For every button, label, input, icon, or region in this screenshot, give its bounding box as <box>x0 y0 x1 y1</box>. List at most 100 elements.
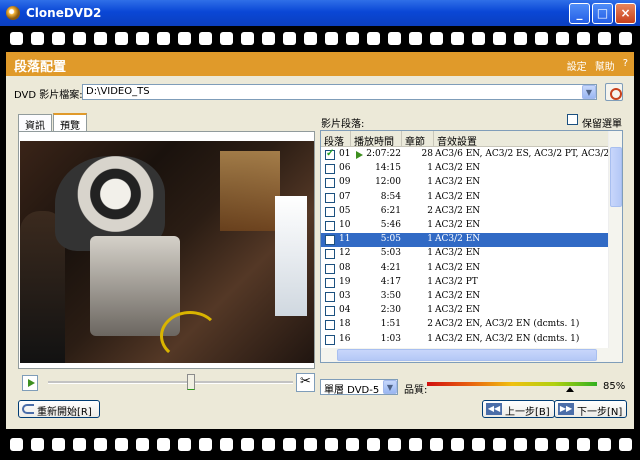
row-checkbox[interactable] <box>325 263 335 274</box>
cell-ch: 1 <box>427 305 433 316</box>
list-item[interactable]: 01 2:07:22 28AC3/6 EN, AC3/2 ES, AC3/2 PT,… <box>321 148 622 162</box>
row-checkbox[interactable] <box>325 192 335 203</box>
seek-thumb[interactable] <box>187 374 195 390</box>
list-item[interactable]: 19 4:17 1 AC3/2 PT <box>321 276 609 290</box>
film-hole <box>73 438 86 451</box>
film-hole <box>430 32 443 45</box>
cell-id: 04 <box>339 305 351 316</box>
restart-button[interactable]: 重新開始[R] <box>18 400 100 418</box>
cell-time: 5:05 <box>380 234 401 245</box>
title-list[interactable]: 段落 播放時間 章節 音效設置 01 2:07:22 28AC3/6 EN, AC3… <box>320 130 623 363</box>
minimize-button[interactable]: _ <box>569 3 590 24</box>
cell-time: 2:30 <box>380 305 401 316</box>
list-item[interactable]: 18 1:51 2 AC3/2 EN, AC3/2 EN (dcmts. 1) <box>321 318 609 332</box>
film-hole <box>52 32 65 45</box>
cut-button[interactable]: ✂ <box>296 373 315 392</box>
cell-id: 01 <box>339 149 351 159</box>
list-item[interactable]: 04 2:30 1 AC3/2 EN <box>321 304 609 318</box>
film-hole <box>262 438 275 451</box>
list-hscroll[interactable] <box>321 348 622 362</box>
cell-audio: AC3/2 EN, AC3/2 EN (dcmts. 1) <box>435 333 580 344</box>
list-item[interactable]: 10 5:46 1 AC3/2 EN <box>321 219 609 233</box>
col-chapters[interactable]: 章節 <box>402 131 434 148</box>
film-hole <box>157 32 170 45</box>
source-dropdown-button[interactable]: ▼ <box>582 85 596 99</box>
film-hole <box>472 32 485 45</box>
format-dropdown-button[interactable]: ▼ <box>383 380 397 394</box>
film-hole <box>52 438 65 451</box>
cell-ch: 2 <box>427 319 433 330</box>
quality-label: 品質: <box>404 385 428 396</box>
list-item[interactable]: 03 3:50 1 AC3/2 EN <box>321 290 609 304</box>
col-title[interactable]: 段落 <box>321 131 351 148</box>
cell-id: 08 <box>339 262 351 273</box>
next-button[interactable]: ▶▶ 下一步[N] <box>554 400 628 418</box>
list-vscroll[interactable] <box>608 131 622 350</box>
quality-marker[interactable] <box>566 387 574 392</box>
list-item[interactable]: 11 5:05 1 AC3/2 EN <box>321 233 609 248</box>
cell-audio: 4 沒有聲音 <box>435 362 480 363</box>
row-checkbox[interactable] <box>325 277 335 288</box>
cell-time: 5:46 <box>380 220 401 230</box>
cell-id: 19 <box>339 276 351 287</box>
cell-audio: AC3/2 EN <box>435 305 481 316</box>
tab-preview[interactable]: 預覽 <box>53 113 87 132</box>
cell-time: 1:03 <box>380 333 401 344</box>
film-hole <box>73 32 86 45</box>
col-audio[interactable]: 音效設置 <box>434 131 609 148</box>
film-hole <box>451 438 464 451</box>
film-hole <box>556 32 569 45</box>
about-link[interactable]: ? <box>623 58 628 73</box>
main-panel: 段落配置 設定 幫助 ? DVD 影片檔案: D:\VIDEO_TS ▼ 資訊 … <box>6 52 634 429</box>
row-checkbox[interactable] <box>325 292 335 302</box>
cell-id: 05 <box>339 205 351 216</box>
cell-ch: 1 <box>427 333 433 344</box>
list-item[interactable]: 06 14:15 1 AC3/2 EN <box>321 162 609 176</box>
film-hole <box>598 32 611 45</box>
source-path-field[interactable]: D:\VIDEO_TS <box>82 84 597 100</box>
title-bar[interactable]: CloneDVD2 _ □ × <box>0 0 640 26</box>
cell-time: 4:17 <box>380 276 401 287</box>
seek-slider[interactable] <box>48 381 293 384</box>
cell-id: 18 <box>339 319 351 330</box>
window-title: CloneDVD2 <box>26 6 102 20</box>
film-hole <box>556 438 569 451</box>
play-button[interactable] <box>22 375 38 391</box>
film-hole <box>115 438 128 451</box>
row-checkbox[interactable] <box>325 320 335 331</box>
film-hole <box>10 438 23 451</box>
list-item[interactable]: 16 1:03 1 AC3/2 EN, AC3/2 EN (dcmts. 1) <box>321 333 609 347</box>
film-hole <box>199 32 212 45</box>
film-hole <box>493 32 506 45</box>
browse-button[interactable] <box>605 83 623 101</box>
source-label: DVD 影片檔案: <box>14 90 83 101</box>
row-checkbox[interactable] <box>325 221 335 231</box>
row-checkbox[interactable] <box>325 249 335 260</box>
row-checkbox[interactable] <box>325 164 335 175</box>
row-checkbox[interactable] <box>325 306 335 317</box>
col-time[interactable]: 播放時間 <box>351 131 402 148</box>
keep-menu-checkbox[interactable] <box>567 114 578 125</box>
film-hole <box>325 438 338 451</box>
maximize-button[interactable]: □ <box>592 3 613 24</box>
film-hole <box>577 32 590 45</box>
row-checkbox[interactable] <box>325 334 335 345</box>
film-hole <box>31 32 44 45</box>
help-link[interactable]: 幫助 <box>595 58 615 73</box>
row-checkbox[interactable] <box>325 178 335 189</box>
film-hole <box>304 32 317 45</box>
close-button[interactable]: × <box>615 3 636 24</box>
list-item[interactable]: 05 6:21 2 AC3/2 EN <box>321 205 609 219</box>
row-checkbox[interactable] <box>325 206 335 217</box>
tab-info[interactable]: 資訊 <box>18 114 52 132</box>
cell-ch: 1 <box>427 276 433 287</box>
row-checkbox[interactable] <box>325 235 335 246</box>
list-item[interactable]: 07 8:54 1 AC3/2 EN <box>321 191 609 205</box>
back-button[interactable]: ◀◀ 上一步[B] <box>482 400 555 418</box>
list-item[interactable]: 12 5:03 1 AC3/2 EN <box>321 247 609 261</box>
row-checkbox[interactable] <box>325 148 335 160</box>
settings-link[interactable]: 設定 <box>567 58 587 73</box>
cell-audio: AC3/2 EN <box>435 177 481 188</box>
list-item[interactable]: 08 4:21 1 AC3/2 EN <box>321 262 609 276</box>
list-item[interactable]: 09 12:00 1 AC3/2 EN <box>321 176 609 190</box>
